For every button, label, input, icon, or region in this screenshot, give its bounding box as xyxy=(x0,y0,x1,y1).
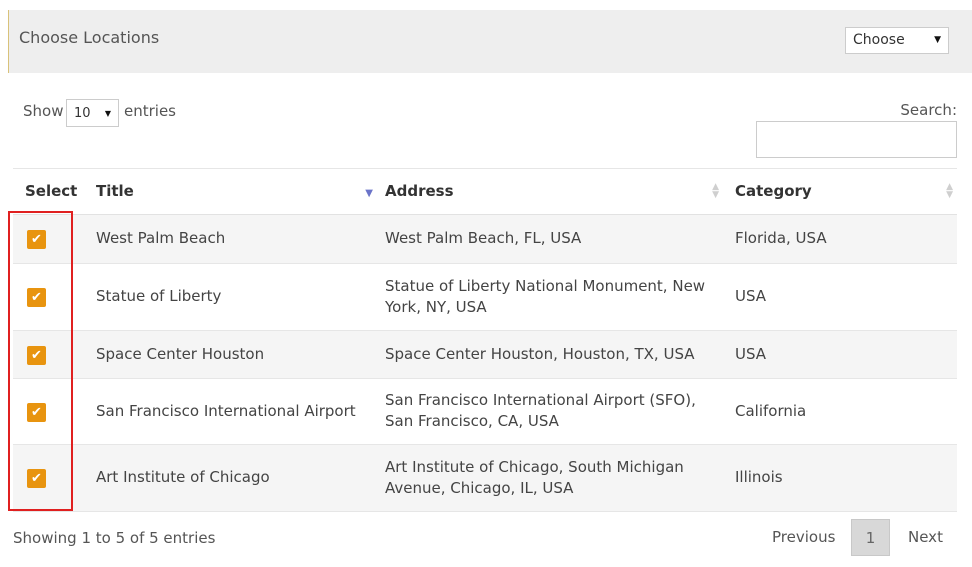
row-checkbox[interactable]: ✔ xyxy=(27,230,46,249)
column-header-label: Address xyxy=(385,182,454,201)
table-row: ✔ Statue of Liberty Statue of Liberty Na… xyxy=(13,263,957,331)
row-title: Art Institute of Chicago xyxy=(83,444,373,512)
row-category: Illinois xyxy=(723,444,957,512)
page-title: Choose Locations xyxy=(19,28,160,47)
chevron-down-icon: ▼ xyxy=(104,109,111,118)
column-header-address[interactable]: Address ▲ ▼ xyxy=(373,169,723,215)
row-checkbox[interactable]: ✔ xyxy=(27,288,46,307)
column-header-label: Category xyxy=(735,182,812,201)
row-title: Statue of Liberty xyxy=(83,263,373,331)
table-info: Showing 1 to 5 of 5 entries xyxy=(13,529,216,547)
row-title: San Francisco International Airport xyxy=(83,378,373,445)
previous-page-button[interactable]: Previous xyxy=(772,519,835,556)
table-row: ✔ Space Center Houston Space Center Hous… xyxy=(13,330,957,379)
table-row: ✔ San Francisco International Airport Sa… xyxy=(13,378,957,445)
show-label: Show xyxy=(23,102,64,120)
entries-label: entries xyxy=(124,102,176,120)
row-checkbox[interactable]: ✔ xyxy=(27,345,46,365)
column-header-label: Select xyxy=(25,182,78,201)
row-address: West Palm Beach, FL, USA xyxy=(373,214,723,264)
row-checkbox[interactable]: ✔ xyxy=(27,402,46,422)
row-category: Florida, USA xyxy=(723,214,957,264)
choose-select-value: Choose xyxy=(853,32,905,48)
table-row: ✔ West Palm Beach West Palm Beach, FL, U… xyxy=(13,214,957,264)
column-header-title[interactable]: Title ▼ xyxy=(83,169,373,215)
locations-table: Select Title ▼ Address ▲ ▼ Category ▲ ▼ ✔ … xyxy=(13,169,957,512)
entries-length-select[interactable]: 10 ▼ xyxy=(66,99,119,127)
column-header-category[interactable]: Category ▲ ▼ xyxy=(723,169,957,215)
header-accent xyxy=(8,10,9,73)
row-checkbox[interactable]: ✔ xyxy=(27,469,46,488)
search-input[interactable] xyxy=(756,121,957,158)
page-1-button[interactable]: 1 xyxy=(851,519,890,556)
row-address: San Francisco International Airport (SFO… xyxy=(373,378,723,445)
row-address: Statue of Liberty National Monument, New… xyxy=(373,263,723,331)
entries-length-value: 10 xyxy=(74,106,91,121)
search-label: Search: xyxy=(900,101,957,119)
column-header-label: Title xyxy=(96,182,134,201)
table-header-row: Select Title ▼ Address ▲ ▼ Category ▲ ▼ xyxy=(13,169,957,215)
sort-both-icon: ▲ ▼ xyxy=(946,182,953,200)
row-address: Space Center Houston, Houston, TX, USA xyxy=(373,330,723,379)
row-category: California xyxy=(723,378,957,445)
sort-both-icon: ▲ ▼ xyxy=(712,182,719,200)
sort-descending-icon: ▼ xyxy=(365,188,373,199)
next-page-button[interactable]: Next xyxy=(908,519,943,556)
choose-location-select[interactable]: Choose ▼ xyxy=(845,27,949,54)
row-address: Art Institute of Chicago, South Michigan… xyxy=(373,444,723,512)
row-title: West Palm Beach xyxy=(83,214,373,264)
row-category: USA xyxy=(723,263,957,331)
column-header-select: Select xyxy=(13,169,83,215)
chevron-down-icon: ▼ xyxy=(934,35,941,45)
table-row: ✔ Art Institute of Chicago Art Institute… xyxy=(13,444,957,512)
row-category: USA xyxy=(723,330,957,379)
row-title: Space Center Houston xyxy=(83,330,373,379)
